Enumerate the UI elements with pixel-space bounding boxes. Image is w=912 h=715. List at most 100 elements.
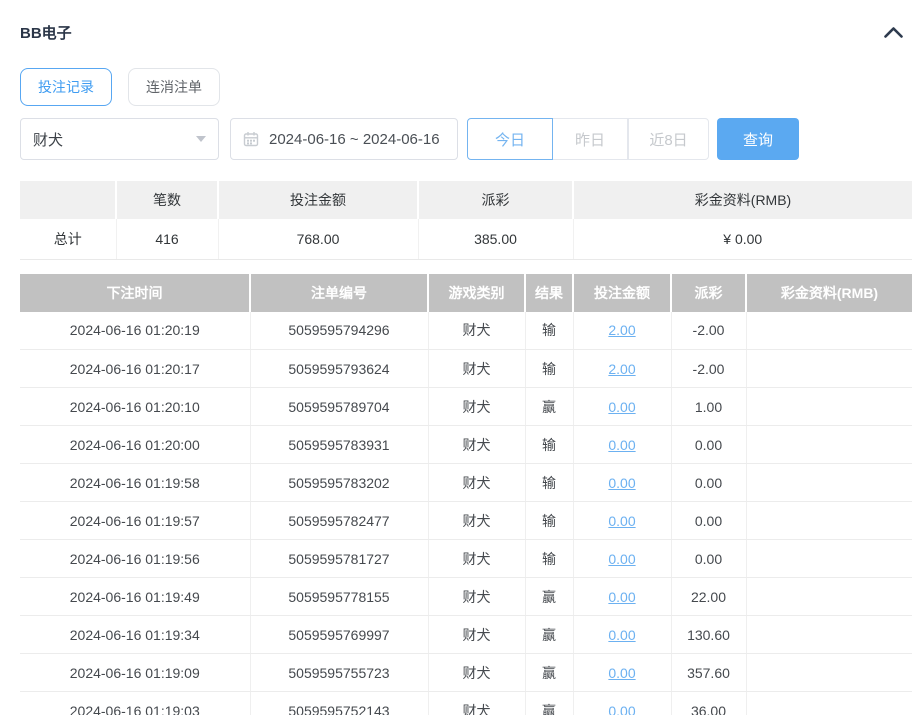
cell-payout: -2.00 — [671, 312, 746, 350]
cell-bet-time: 2024-06-16 01:20:00 — [20, 426, 250, 464]
chevron-down-icon — [196, 136, 206, 142]
bet-amount-link[interactable]: 0.00 — [608, 703, 635, 715]
cell-bet-amount: 0.00 — [573, 388, 671, 426]
cell-order-no: 5059595789704 — [250, 388, 428, 426]
quick-range-8days-button[interactable]: 近8日 — [628, 118, 709, 160]
cell-game-type: 财犬 — [428, 426, 525, 464]
cell-bet-amount: 0.00 — [573, 426, 671, 464]
cell-game-type: 财犬 — [428, 692, 525, 715]
records-col-time: 下注时间 — [20, 274, 250, 312]
chevron-up-icon — [883, 26, 904, 39]
cell-bet-time: 2024-06-16 01:20:19 — [20, 312, 250, 350]
cell-result: 赢 — [525, 578, 573, 616]
cell-bet-time: 2024-06-16 01:19:57 — [20, 502, 250, 540]
table-row: 2024-06-16 01:19:58 5059595783202 财犬 输 0… — [20, 464, 912, 502]
cell-bet-amount: 0.00 — [573, 464, 671, 502]
cell-bet-time: 2024-06-16 01:20:10 — [20, 388, 250, 426]
date-range-input[interactable]: 2024-06-16 ~ 2024-06-16 — [230, 118, 458, 160]
panel-header: BB电子 — [20, 0, 912, 43]
cell-bet-amount: 0.00 — [573, 540, 671, 578]
table-row: 2024-06-16 01:19:49 5059595778155 财犬 赢 0… — [20, 578, 912, 616]
cell-order-no: 5059595752143 — [250, 692, 428, 715]
cell-bonus — [746, 578, 912, 616]
date-range-value: 2024-06-16 ~ 2024-06-16 — [269, 131, 440, 148]
cell-game-type: 财犬 — [428, 464, 525, 502]
cell-bet-time: 2024-06-16 01:19:56 — [20, 540, 250, 578]
cell-payout: 0.00 — [671, 464, 746, 502]
summary-col-bet-amount: 投注金额 — [218, 181, 418, 219]
cell-bet-amount: 0.00 — [573, 616, 671, 654]
bet-amount-link[interactable]: 0.00 — [608, 475, 635, 491]
cell-order-no: 5059595755723 — [250, 654, 428, 692]
cell-result: 输 — [525, 464, 573, 502]
summary-total-count: 416 — [116, 219, 218, 259]
cell-bonus — [746, 388, 912, 426]
summary-total-bet-amount: 768.00 — [218, 219, 418, 259]
table-row: 2024-06-16 01:19:57 5059595782477 财犬 输 0… — [20, 502, 912, 540]
game-select[interactable]: 财犬 — [20, 118, 219, 160]
quick-range-today-button[interactable]: 今日 — [467, 118, 553, 160]
bet-amount-link[interactable]: 2.00 — [608, 361, 635, 377]
page-title: BB电子 — [20, 22, 72, 43]
records-col-game-type: 游戏类别 — [428, 274, 525, 312]
summary-col-payout: 派彩 — [418, 181, 573, 219]
cell-result: 输 — [525, 502, 573, 540]
bet-amount-link[interactable]: 0.00 — [608, 551, 635, 567]
search-button[interactable]: 查询 — [717, 118, 799, 160]
cell-payout: 130.60 — [671, 616, 746, 654]
cell-result: 输 — [525, 350, 573, 388]
cell-result: 赢 — [525, 692, 573, 715]
bet-amount-link[interactable]: 0.00 — [608, 627, 635, 643]
cell-result: 赢 — [525, 654, 573, 692]
table-row: 2024-06-16 01:20:17 5059595793624 财犬 输 2… — [20, 350, 912, 388]
tab-bet-records[interactable]: 投注记录 — [20, 68, 112, 106]
summary-col-bonus: 彩金资料(RMB) — [573, 181, 912, 219]
cell-bonus — [746, 312, 912, 350]
records-col-order-no: 注单编号 — [250, 274, 428, 312]
summary-total-label: 总计 — [20, 219, 116, 259]
summary-header-row: 笔数 投注金额 派彩 彩金资料(RMB) — [20, 181, 912, 219]
cell-bet-time: 2024-06-16 01:19:58 — [20, 464, 250, 502]
cell-bet-amount: 0.00 — [573, 502, 671, 540]
cell-payout: 0.00 — [671, 426, 746, 464]
bet-amount-link[interactable]: 0.00 — [608, 399, 635, 415]
table-row: 2024-06-16 01:19:09 5059595755723 财犬 赢 0… — [20, 654, 912, 692]
records-col-bet-amount: 投注金额 — [573, 274, 671, 312]
cell-payout: 36.00 — [671, 692, 746, 715]
cell-payout: 22.00 — [671, 578, 746, 616]
game-select-value: 财犬 — [33, 129, 63, 150]
cell-bet-time: 2024-06-16 01:20:17 — [20, 350, 250, 388]
collapse-button[interactable] — [881, 24, 906, 41]
cell-bonus — [746, 426, 912, 464]
cell-game-type: 财犬 — [428, 616, 525, 654]
cell-order-no: 5059595769997 — [250, 616, 428, 654]
records-body: 2024-06-16 01:20:19 5059595794296 财犬 输 2… — [20, 312, 912, 715]
records-col-payout: 派彩 — [671, 274, 746, 312]
cell-game-type: 财犬 — [428, 654, 525, 692]
cell-bet-time: 2024-06-16 01:19:34 — [20, 616, 250, 654]
filter-bar: 财犬 2024-06-16 ~ 2024-06-16 今日 昨日 近8日 查询 — [20, 118, 912, 160]
records-col-bonus: 彩金资料(RMB) — [746, 274, 912, 312]
cell-result: 输 — [525, 540, 573, 578]
calendar-icon — [243, 131, 259, 147]
cell-bet-time: 2024-06-16 01:19:49 — [20, 578, 250, 616]
cell-bet-amount: 0.00 — [573, 654, 671, 692]
panel-bb-dianzi: BB电子 投注记录 连消注单 财犬 — [0, 0, 912, 715]
cell-bonus — [746, 654, 912, 692]
bet-amount-link[interactable]: 0.00 — [608, 665, 635, 681]
records-table: 下注时间 注单编号 游戏类别 结果 投注金额 派彩 彩金资料(RMB) 2024… — [20, 274, 912, 715]
table-row: 2024-06-16 01:19:34 5059595769997 财犬 赢 0… — [20, 616, 912, 654]
cell-result: 输 — [525, 312, 573, 350]
tab-cancelled-orders[interactable]: 连消注单 — [128, 68, 220, 106]
quick-range-yesterday-button[interactable]: 昨日 — [553, 118, 628, 160]
bet-amount-link[interactable]: 0.00 — [608, 513, 635, 529]
cell-bonus — [746, 692, 912, 715]
quick-range-group: 今日 昨日 近8日 — [467, 118, 709, 160]
tab-bar: 投注记录 连消注单 — [20, 68, 912, 106]
table-row: 2024-06-16 01:20:10 5059595789704 财犬 赢 0… — [20, 388, 912, 426]
bet-amount-link[interactable]: 2.00 — [608, 322, 635, 338]
summary-total-row: 总计 416 768.00 385.00 ¥ 0.00 — [20, 219, 912, 259]
bet-amount-link[interactable]: 0.00 — [608, 589, 635, 605]
bet-amount-link[interactable]: 0.00 — [608, 437, 635, 453]
table-row: 2024-06-16 01:20:00 5059595783931 财犬 输 0… — [20, 426, 912, 464]
